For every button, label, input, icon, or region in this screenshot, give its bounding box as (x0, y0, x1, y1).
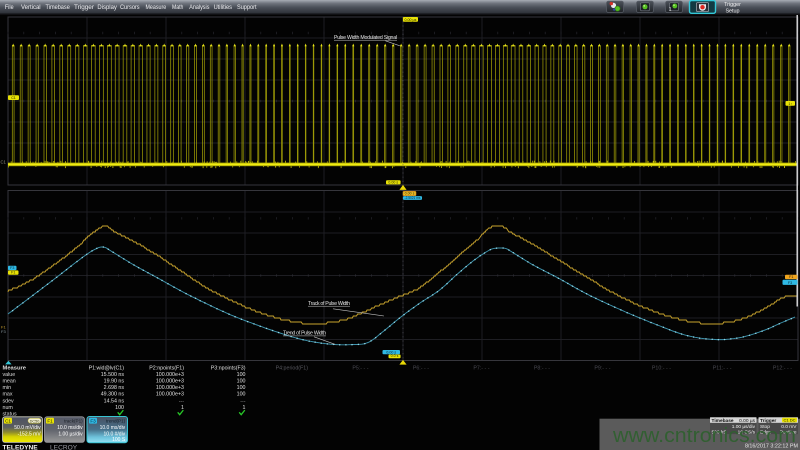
svg-text:LECROY: LECROY (50, 444, 78, 450)
svg-text:C1 DC: C1 DC (783, 418, 795, 423)
svg-text:1.00 µs/div: 1.00 µs/div (58, 431, 83, 437)
svg-text:-2.5021 ms: -2.5021 ms (405, 196, 421, 200)
svg-text:Cursors: Cursors (120, 4, 140, 11)
svg-text:19.90 ns: 19.90 ns (104, 379, 125, 385)
svg-text:---: --- (179, 398, 185, 404)
svg-text:F3: F3 (1, 329, 6, 334)
svg-text:mean: mean (3, 379, 16, 385)
svg-text:Measure: Measure (146, 4, 167, 11)
svg-text:F3: F3 (90, 419, 96, 424)
svg-text:100 S: 100 S (112, 437, 126, 443)
svg-text:P11:- - -: P11:- - - (713, 365, 732, 371)
svg-text:C1: C1 (11, 96, 16, 100)
svg-text:Trigger: Trigger (74, 4, 95, 11)
svg-text:-152.5 mV: -152.5 mV (18, 431, 42, 437)
svg-text:10.0 ms/div: 10.0 ms/div (57, 425, 83, 431)
svg-text:Math: Math (172, 4, 184, 11)
svg-text:Timebase: Timebase (46, 4, 71, 11)
svg-text:Display: Display (97, 4, 117, 11)
svg-text:Trigger: Trigger (724, 2, 741, 8)
svg-text:trend(P1): trend(P1) (106, 419, 126, 424)
svg-text:F1: F1 (789, 275, 793, 279)
svg-text:14.54 ns: 14.54 ns (104, 398, 125, 404)
svg-text:C1: C1 (1, 160, 7, 165)
svg-text:C1: C1 (5, 419, 11, 424)
svg-text:P7:- - -: P7:- - - (473, 365, 489, 371)
svg-text:P10:- - -: P10:- - - (652, 365, 671, 371)
svg-text:100: 100 (237, 372, 246, 378)
svg-text:1: 1 (243, 405, 246, 411)
svg-text:---: --- (240, 398, 246, 404)
svg-text:Track of Pulse Width: Track of Pulse Width (308, 301, 350, 307)
svg-text:100: 100 (237, 379, 246, 385)
svg-text:1↑: 1↑ (788, 102, 792, 106)
svg-text:0.00 s: 0.00 s (388, 180, 398, 184)
svg-text:P2:npoints(F1): P2:npoints(F1) (149, 365, 184, 371)
svg-text:sdev: sdev (3, 398, 15, 404)
svg-text:P6:- - -: P6:- - - (413, 365, 429, 371)
svg-text:10.0 ms/div: 10.0 ms/div (100, 425, 126, 431)
svg-text:100.000e+3: 100.000e+3 (156, 379, 184, 385)
svg-text:P4:period(F1): P4:period(F1) (276, 365, 309, 371)
svg-text:max: max (3, 392, 13, 398)
svg-text:100.000e+3: 100.000e+3 (156, 372, 184, 378)
svg-text:Measure: Measure (3, 365, 27, 371)
svg-text:Pulse Width Modulated Signal: Pulse Width Modulated Signal (334, 35, 397, 41)
svg-text:File: File (5, 4, 14, 11)
svg-text:F3: F3 (10, 266, 14, 270)
svg-text:DC50: DC50 (30, 419, 40, 423)
svg-text:1: 1 (181, 405, 184, 411)
svg-text:0.0 s: 0.0 s (391, 354, 399, 358)
svg-text:track(P1): track(P1) (64, 419, 83, 424)
svg-text:1: 1 (669, 7, 672, 13)
svg-text:Support: Support (237, 4, 257, 11)
svg-text:P8:- - -: P8:- - - (534, 365, 550, 371)
svg-text:15.500 ns: 15.500 ns (101, 372, 125, 378)
svg-text:Analysis: Analysis (189, 4, 209, 11)
svg-text:Setup: Setup (725, 8, 739, 14)
svg-text:TELEDYNE: TELEDYNE (3, 444, 39, 450)
svg-text:P12:- - -: P12:- - - (773, 365, 792, 371)
svg-text:Trend of Pulse Width: Trend of Pulse Width (283, 331, 326, 337)
svg-text:100.000e+3: 100.000e+3 (156, 392, 184, 398)
svg-text:Vertical: Vertical (21, 4, 41, 11)
svg-text:num: num (3, 405, 14, 411)
svg-text:100.000e+3: 100.000e+3 (156, 385, 184, 391)
svg-text:P3:npoints(F3): P3:npoints(F3) (211, 365, 246, 371)
svg-text:F1: F1 (47, 419, 53, 424)
svg-text:8/16/2017 3:22:12 PM: 8/16/2017 3:22:12 PM (745, 444, 799, 450)
svg-text:100: 100 (237, 392, 246, 398)
svg-text:0.00 µs: 0.00 µs (405, 18, 417, 22)
svg-text:Utilities: Utilities (214, 4, 232, 11)
svg-text:P1:wid@lv(C1): P1:wid@lv(C1) (89, 365, 125, 371)
svg-text:2.698 ns: 2.698 ns (104, 385, 125, 391)
svg-text:50.0 mV/div: 50.0 mV/div (14, 425, 41, 431)
svg-text:F1: F1 (11, 271, 15, 275)
svg-text:100: 100 (237, 385, 246, 391)
svg-text:P5:- - -: P5:- - - (352, 365, 368, 371)
svg-text:49.300 ns: 49.300 ns (101, 392, 125, 398)
svg-text:value: value (3, 372, 16, 378)
svg-text:min: min (3, 385, 12, 391)
svg-text:F3: F3 (788, 281, 792, 285)
svg-text:P9:- - -: P9:- - - (594, 365, 610, 371)
